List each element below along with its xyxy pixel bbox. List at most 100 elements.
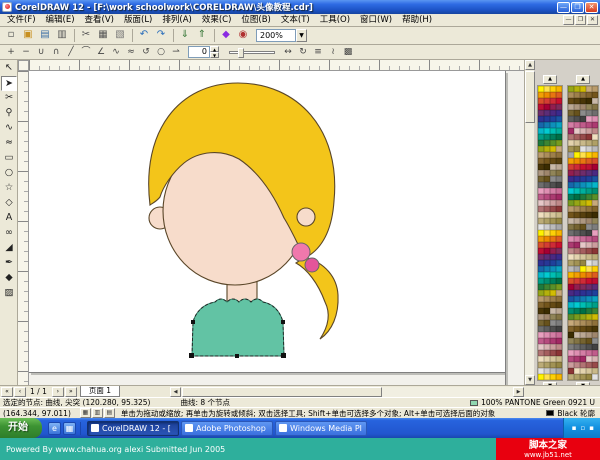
new-document-button[interactable]: ▫: [3, 28, 19, 43]
add-node-button[interactable]: +: [4, 46, 18, 59]
vertical-scroll-thumb[interactable]: [525, 71, 535, 123]
scroll-down-icon[interactable]: ▼: [525, 375, 535, 385]
drawing-canvas[interactable]: [29, 71, 524, 385]
ellipse-tool[interactable]: ○: [1, 166, 17, 181]
vertical-scrollbar[interactable]: ▲ ▼: [524, 60, 535, 385]
open-document-button[interactable]: ▣: [20, 28, 36, 43]
menu-item[interactable]: 查看(V): [80, 14, 119, 26]
tray-icon[interactable]: ▪: [589, 424, 594, 432]
first-page-button[interactable]: «: [1, 386, 13, 397]
horizontal-scrollbar[interactable]: ◀ ▶: [170, 387, 524, 397]
zoom-dropdown-arrow-icon[interactable]: ▼: [296, 29, 307, 42]
outline-tool[interactable]: ✒: [1, 256, 17, 271]
doc-restore-button[interactable]: ❐: [575, 15, 586, 25]
print-document-button[interactable]: ▥: [54, 28, 70, 43]
interactive-blend-tool[interactable]: ∞: [1, 226, 17, 241]
convert-to-line-button[interactable]: ╱: [64, 46, 78, 59]
shape-tool[interactable]: ➤: [1, 76, 17, 91]
palette-swatch[interactable]: [592, 374, 598, 380]
start-button[interactable]: 开始: [0, 418, 42, 438]
eyedropper-tool[interactable]: ◢: [1, 241, 17, 256]
zoom-level-value[interactable]: 200%: [256, 29, 296, 42]
undo-button[interactable]: ↶: [136, 28, 152, 43]
page-tab[interactable]: 页面 1: [79, 386, 120, 397]
slider-thumb[interactable]: [238, 47, 244, 58]
snap-to-guides-toggle[interactable]: ▥: [91, 408, 103, 418]
application-launcher-button[interactable]: ◆: [218, 28, 234, 43]
scroll-up-icon[interactable]: ▲: [525, 60, 535, 70]
menu-item[interactable]: 版面(L): [119, 14, 157, 26]
import-button[interactable]: ⇓: [177, 28, 193, 43]
ruler-origin-corner[interactable]: [18, 60, 29, 71]
spinner-down-icon[interactable]: ▼: [210, 52, 219, 58]
menu-item[interactable]: 位图(B): [236, 14, 275, 26]
fill-tool[interactable]: ◆: [1, 271, 17, 286]
scroll-right-icon[interactable]: ▶: [513, 387, 524, 397]
taskbar-task-button[interactable]: CorelDRAW 12 - [: [87, 420, 179, 436]
curve-node[interactable]: [191, 320, 195, 324]
corel-online-button[interactable]: ◉: [235, 28, 251, 43]
doc-close-button[interactable]: ✕: [587, 15, 598, 25]
copy-button[interactable]: ▦: [95, 28, 111, 43]
tray-icon[interactable]: ▫: [581, 424, 586, 432]
shirt-shape[interactable]: [191, 298, 285, 357]
scroll-left-icon[interactable]: ◀: [170, 387, 181, 397]
make-node-cusp-button[interactable]: ∠: [94, 46, 108, 59]
show-desktop-icon[interactable]: ▦: [63, 421, 76, 435]
site-url[interactable]: www.jb51.net: [496, 451, 600, 459]
menu-item[interactable]: 窗口(W): [355, 14, 397, 26]
redo-button[interactable]: ↷: [153, 28, 169, 43]
pick-tool[interactable]: ↖: [1, 61, 17, 76]
export-button[interactable]: ⇑: [194, 28, 210, 43]
next-page-button[interactable]: ›: [51, 386, 64, 397]
curve-smoothness-slider[interactable]: [229, 47, 275, 58]
last-page-button[interactable]: »: [64, 386, 77, 397]
doc-minimize-button[interactable]: —: [563, 15, 574, 25]
menu-item[interactable]: 效果(C): [197, 14, 237, 26]
right-ear-shape[interactable]: [296, 207, 316, 227]
tray-icon[interactable]: ▪: [572, 424, 577, 432]
palette-scroll-up-button[interactable]: ▲: [543, 75, 557, 84]
menu-item[interactable]: 文件(F): [2, 14, 41, 26]
site-name[interactable]: 脚本之家: [496, 440, 600, 451]
menu-item[interactable]: 文本(T): [276, 14, 315, 26]
close-curve-button[interactable]: ○: [154, 46, 168, 59]
snap-to-grid-toggle[interactable]: ▦: [79, 408, 91, 418]
previous-page-button[interactable]: ‹: [14, 386, 26, 397]
select-all-nodes-button[interactable]: ▩: [341, 46, 355, 59]
crop-tool[interactable]: ✂: [1, 91, 17, 106]
text-tool[interactable]: A: [1, 211, 17, 226]
smart-drawing-tool[interactable]: ≈: [1, 136, 17, 151]
break-curve-button[interactable]: ∩: [49, 46, 63, 59]
internet-explorer-icon[interactable]: e: [48, 421, 61, 435]
make-node-smooth-button[interactable]: ∿: [109, 46, 123, 59]
align-nodes-button[interactable]: ≡: [311, 46, 325, 59]
freehand-tool[interactable]: ∿: [1, 121, 17, 136]
paste-button[interactable]: ▧: [112, 28, 128, 43]
horizontal-scroll-thumb[interactable]: [182, 387, 382, 397]
maximize-button[interactable]: ❐: [571, 1, 584, 13]
minimize-button[interactable]: —: [557, 1, 570, 13]
zoom-tool[interactable]: ⚲: [1, 106, 17, 121]
girl-head-drawing[interactable]: [29, 71, 524, 385]
horizontal-ruler[interactable]: [29, 60, 524, 71]
curve-node[interactable]: [281, 353, 286, 358]
zoom-level-combo[interactable]: 200% ▼: [256, 29, 307, 42]
menu-item[interactable]: 编辑(E): [41, 14, 80, 26]
curve-node[interactable]: [189, 353, 194, 358]
rectangle-tool[interactable]: ▭: [1, 151, 17, 166]
cut-button[interactable]: ✂: [78, 28, 94, 43]
elastic-mode-button[interactable]: ≀: [326, 46, 340, 59]
rotate-nodes-button[interactable]: ↻: [296, 46, 310, 59]
snap-to-objects-toggle[interactable]: ▤: [103, 408, 115, 418]
convert-to-curve-button[interactable]: ⌒: [79, 46, 93, 59]
menu-item[interactable]: 帮助(H): [397, 14, 437, 26]
vertical-ruler[interactable]: [18, 71, 29, 385]
taskbar-task-button[interactable]: Adobe Photoshop: [181, 420, 273, 436]
curve-node[interactable]: [235, 354, 239, 358]
spinner-value[interactable]: 0: [188, 46, 210, 58]
site-badge[interactable]: 脚本之家 www.jb51.net: [496, 438, 600, 460]
close-button[interactable]: ✕: [585, 1, 598, 13]
polygon-tool[interactable]: ☆: [1, 181, 17, 196]
menu-item[interactable]: 排列(A): [157, 14, 196, 26]
